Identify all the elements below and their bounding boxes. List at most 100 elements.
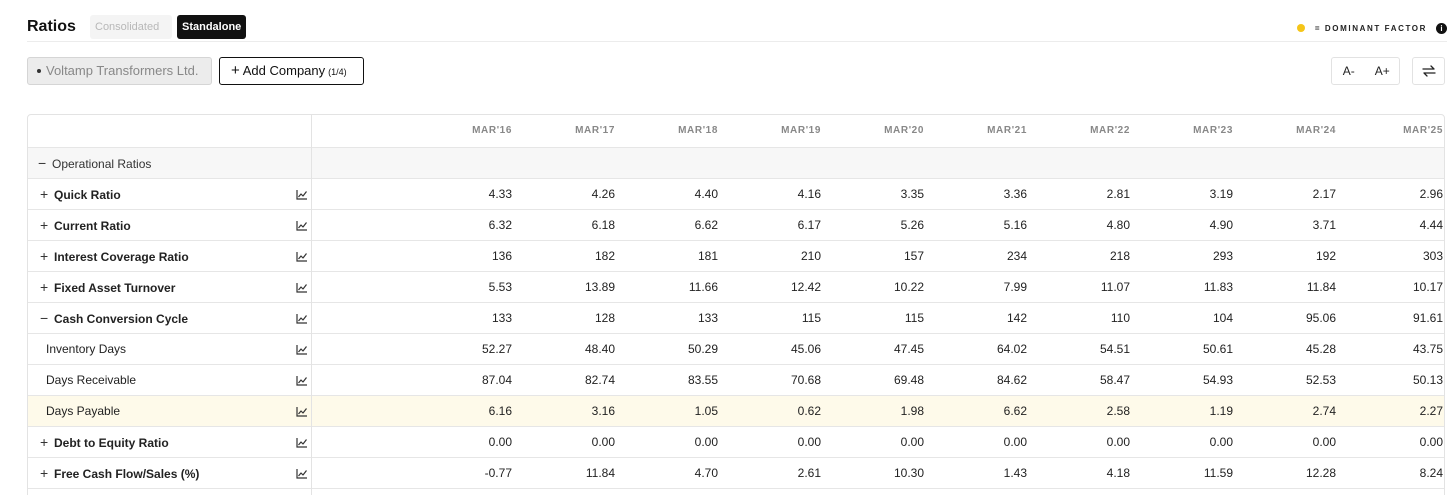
value-cell: 133 — [491, 311, 512, 325]
value-cell: 11.84 — [585, 466, 615, 480]
line-chart-icon[interactable] — [296, 437, 308, 448]
value-cell: 0.00 — [900, 435, 924, 449]
decrease-font-button[interactable]: A- — [1332, 58, 1366, 84]
dominant-factor-legend: = DOMINANT FACTOR i — [1296, 21, 1447, 35]
table-row[interactable]: Days Payable 6.16 3.16 1.05 0.62 1.98 6.62 2.58… — [28, 396, 1444, 427]
collapse-icon[interactable]: − — [40, 303, 54, 333]
value-cell: 11.83 — [1203, 280, 1233, 294]
value-cell: 6.16 — [488, 404, 512, 418]
value-cell: 45.28 — [1305, 342, 1336, 356]
value-cell: 64.02 — [996, 342, 1027, 356]
line-chart-icon[interactable] — [296, 220, 308, 231]
table-row[interactable]: Days Receivable 87.04 82.74 83.55 70.68 69.48… — [28, 365, 1444, 396]
value-cell: 91.61 — [1412, 311, 1443, 325]
line-chart-icon[interactable] — [296, 282, 308, 293]
group-label: − Operational Ratios — [38, 148, 151, 178]
column-header: MAR'19 — [781, 125, 821, 136]
value-cell: 54.93 — [1202, 373, 1233, 387]
line-chart-icon[interactable] — [296, 251, 308, 262]
value-cell: 6.32 — [488, 218, 512, 232]
dominant-dot-icon — [1296, 24, 1305, 32]
line-chart-icon[interactable] — [296, 406, 308, 417]
value-cell: 5.26 — [900, 218, 924, 232]
ratios-table: MAR'16 MAR'17 MAR'18 MAR'19 MAR'20 MAR'21 MAR'… — [27, 114, 1445, 495]
row-label-text: Free Cash Flow/Sales (%) — [54, 467, 200, 481]
value-cell: 0.00 — [797, 435, 821, 449]
table-row[interactable]: + Current Ratio 6.32 6.18 6.62 6.17 5.26 5.16 4.… — [28, 210, 1444, 241]
value-cell: 4.18 — [1106, 466, 1130, 480]
value-cell: 4.26 — [591, 187, 615, 201]
value-cell: 3.35 — [900, 187, 924, 201]
table-row[interactable]: − Cash Conversion Cycle 133 128 133 115 115 142… — [28, 303, 1444, 334]
info-icon[interactable]: i — [1436, 22, 1447, 34]
value-cell: 3.36 — [1003, 187, 1027, 201]
value-cell: 54.51 — [1099, 342, 1130, 356]
table-row[interactable]: + Free Cash Flow/Sales (%) -0.77 11.84 4.70 2… — [28, 458, 1444, 489]
row-label-text: Days Payable — [46, 404, 121, 418]
row-label-text: Days Receivable — [46, 373, 137, 387]
value-cell: 234 — [1006, 249, 1027, 263]
value-cell: 157 — [903, 249, 924, 263]
table-row[interactable]: + Debt to Equity Ratio 0.00 0.00 0.00 0.00 0.0… — [28, 427, 1444, 458]
expand-icon[interactable]: + — [40, 272, 54, 302]
table-row[interactable]: + Interest Coverage Ratio 136 182 181 210 157 2… — [28, 241, 1444, 272]
expand-icon[interactable]: + — [40, 210, 54, 240]
value-cell: 0.00 — [1209, 435, 1233, 449]
expand-icon[interactable]: + — [40, 179, 54, 209]
value-cell: 115 — [801, 311, 821, 325]
value-cell: 4.90 — [1209, 218, 1233, 232]
row-label: + Fixed Asset Turnover — [40, 272, 175, 302]
page-title: Ratios — [27, 18, 76, 35]
value-cell: 6.17 — [797, 218, 821, 232]
expand-icon[interactable]: + — [40, 458, 54, 488]
value-cell: 210 — [800, 249, 821, 263]
row-label: + Free Cash Flow/Sales (%) — [40, 458, 199, 488]
value-cell: 1.43 — [1003, 466, 1027, 480]
table-row[interactable]: + Quick Ratio 4.33 4.26 4.40 4.16 3.35 3.36 2.81… — [28, 179, 1444, 210]
company-count: (1/4) — [328, 67, 347, 77]
value-cell: 0.62 — [797, 404, 821, 418]
line-chart-icon[interactable] — [296, 468, 308, 479]
value-cell: 136 — [491, 249, 512, 263]
line-chart-icon[interactable] — [296, 344, 308, 355]
group-title: Operational Ratios — [52, 157, 152, 171]
add-company-button[interactable]: + Add Company (1/4) — [219, 57, 364, 85]
line-chart-icon[interactable] — [296, 313, 308, 324]
value-cell: 48.40 — [584, 342, 615, 356]
table-row[interactable]: Inventory Days 52.27 48.40 50.29 45.06 47.45 6… — [28, 334, 1444, 365]
value-cell: 0.00 — [1419, 435, 1443, 449]
table-row[interactable]: + Fixed Asset Turnover 5.53 13.89 11.66 12.42… — [28, 272, 1444, 303]
line-chart-icon[interactable] — [296, 375, 308, 386]
row-label: Days Receivable — [46, 365, 136, 395]
row-label: + Current Ratio — [40, 210, 131, 240]
value-cell: 4.40 — [694, 187, 718, 201]
swap-view-button[interactable] — [1412, 57, 1445, 85]
consolidated-toggle[interactable]: Consolidated — [90, 15, 172, 39]
row-label: + Quick Ratio — [40, 179, 121, 209]
value-cell: 5.16 — [1003, 218, 1027, 232]
value-cell: 115 — [904, 311, 924, 325]
line-chart-icon[interactable] — [296, 189, 308, 200]
value-cell: 11.59 — [1203, 466, 1233, 480]
value-cell: 11.66 — [688, 280, 718, 294]
company-chip[interactable]: Voltamp Transformers Ltd. — [27, 57, 212, 85]
collapse-icon: − — [38, 155, 47, 171]
expand-icon[interactable]: + — [40, 427, 54, 457]
row-label: − Cash Conversion Cycle — [40, 303, 188, 333]
value-cell: 2.58 — [1106, 404, 1130, 418]
value-cell: -0.77 — [484, 466, 512, 480]
value-cell: 69.48 — [893, 373, 924, 387]
row-label-text: Current Ratio — [54, 219, 131, 233]
column-header: MAR'21 — [987, 125, 1027, 136]
value-cell: 218 — [1109, 249, 1130, 263]
row-label-text: Cash Conversion Cycle — [54, 312, 189, 326]
plus-icon: + — [231, 62, 240, 79]
value-cell: 43.75 — [1412, 342, 1443, 356]
expand-icon[interactable]: + — [40, 241, 54, 271]
value-cell: 6.62 — [694, 218, 718, 232]
group-row-operational[interactable]: − Operational Ratios — [28, 148, 1444, 179]
value-cell: 2.61 — [797, 466, 821, 480]
increase-font-button[interactable]: A+ — [1366, 58, 1400, 84]
swap-icon — [1421, 65, 1436, 77]
standalone-toggle[interactable]: Standalone — [177, 15, 246, 39]
